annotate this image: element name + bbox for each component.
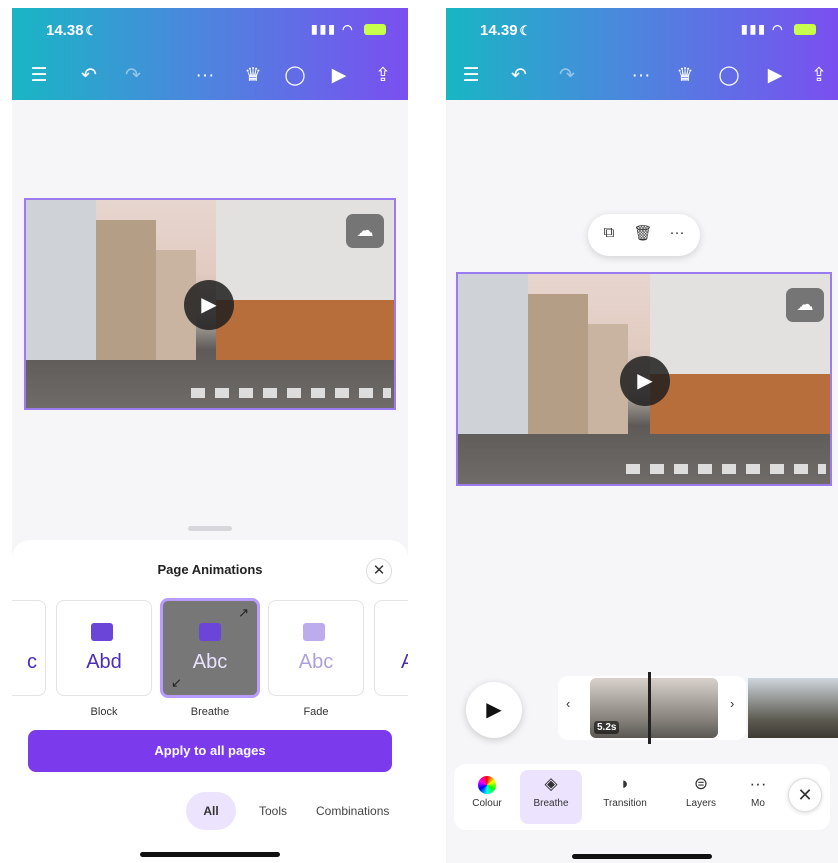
chevron-right-icon[interactable]: › bbox=[730, 696, 734, 711]
time-text: 14.39 bbox=[480, 22, 518, 39]
share-icon[interactable]: ⇪ bbox=[806, 62, 832, 90]
menu-icon[interactable]: ☰ bbox=[26, 62, 52, 90]
status-icons: ▮▮▮ ◠ bbox=[311, 22, 386, 36]
top-bar: 14.39 ☾ ▮▮▮ ◠ ☰ ↶ ↷ ··· ♛ ◯ ▶ ⇪ bbox=[446, 8, 838, 100]
tool-colour[interactable]: Colour bbox=[456, 770, 518, 824]
signal-icon: ▮▮▮ bbox=[311, 22, 337, 36]
timeline-clip-next[interactable] bbox=[748, 678, 838, 738]
cloud-upload-icon[interactable]: ☁ bbox=[786, 288, 824, 322]
redo-icon[interactable]: ↷ bbox=[120, 62, 146, 90]
expand-arrow-icon: ↗ bbox=[238, 605, 249, 620]
left-phone-screen: 14.38 ☾ ▮▮▮ ◠ ☰ ↶ ↷ ··· ♛ ◯ ▶ ⇪ ☁ ▶ Page… bbox=[12, 8, 408, 863]
filter-tab-all[interactable]: All bbox=[186, 792, 236, 830]
tool-transition[interactable]: ◗ Transition bbox=[594, 770, 656, 824]
play-icon[interactable]: ▶ bbox=[762, 62, 788, 90]
play-button[interactable]: ▶ bbox=[466, 682, 522, 738]
status-time: 14.39 ☾ bbox=[480, 22, 531, 39]
play-overlay-icon[interactable]: ▶ bbox=[620, 356, 670, 406]
trash-icon[interactable]: 🗑 bbox=[632, 224, 654, 242]
clip-duration: 5.2s bbox=[594, 721, 620, 734]
more-horizontal-icon[interactable]: ··· bbox=[666, 224, 688, 241]
tool-breathe[interactable]: ◈ Breathe bbox=[520, 770, 582, 824]
filter-tab-combinations[interactable]: Combinations bbox=[316, 792, 408, 830]
signal-icon: ▮▮▮ bbox=[741, 22, 767, 36]
close-button[interactable]: ✕ bbox=[366, 558, 392, 584]
filter-tab-tools[interactable]: Tools bbox=[248, 792, 298, 830]
video-canvas[interactable]: ☁ ▶ bbox=[456, 272, 832, 486]
time-text: 14.38 bbox=[46, 22, 84, 39]
animation-option-fade[interactable]: Abc bbox=[268, 600, 364, 696]
comment-icon[interactable]: ◯ bbox=[716, 62, 742, 90]
redo-icon[interactable]: ↷ bbox=[554, 62, 580, 90]
more-icon: ··· bbox=[749, 774, 767, 793]
undo-icon[interactable]: ↶ bbox=[506, 62, 532, 90]
moon-icon: ☾ bbox=[85, 23, 98, 38]
timeline-clip[interactable]: 5.2s bbox=[590, 678, 718, 738]
shrink-arrow-icon: ↙ bbox=[171, 675, 182, 690]
image-icon bbox=[199, 623, 221, 641]
animation-label-block: Block bbox=[90, 706, 118, 718]
crown-icon[interactable]: ♛ bbox=[240, 62, 266, 90]
copy-icon[interactable]: ⧉ bbox=[598, 224, 620, 241]
more-horizontal-icon[interactable]: ··· bbox=[628, 62, 654, 90]
home-indicator bbox=[140, 852, 280, 857]
moon-icon: ☾ bbox=[519, 23, 532, 38]
layers-icon: ⊜ bbox=[693, 774, 709, 793]
image-icon bbox=[91, 623, 113, 641]
comment-icon[interactable]: ◯ bbox=[282, 62, 308, 90]
bottom-tool-bar: Colour ◈ Breathe ◗ Transition ⊜ Layers ·… bbox=[454, 764, 830, 830]
status-icons: ▮▮▮ ◠ bbox=[741, 22, 816, 36]
cloud-upload-icon[interactable]: ☁ bbox=[346, 214, 384, 248]
video-canvas[interactable]: ☁ ▶ bbox=[24, 198, 396, 410]
animation-option-partial-right[interactable]: A bbox=[374, 600, 408, 696]
battery-icon bbox=[794, 24, 816, 36]
play-icon[interactable]: ▶ bbox=[326, 62, 352, 90]
animation-label-fade: Fade bbox=[303, 706, 329, 718]
sheet-grabber[interactable] bbox=[188, 526, 232, 531]
colour-wheel-icon bbox=[456, 774, 518, 796]
image-icon bbox=[303, 623, 325, 641]
crown-icon[interactable]: ♛ bbox=[672, 62, 698, 90]
animation-option-block[interactable]: Abd bbox=[56, 600, 152, 696]
animation-option-breathe[interactable]: Abc ↗ ↙ bbox=[160, 598, 260, 698]
transition-icon: ◗ bbox=[619, 774, 631, 793]
status-time: 14.38 ☾ bbox=[46, 22, 97, 39]
animate-icon: ◈ bbox=[544, 774, 558, 793]
wifi-icon: ◠ bbox=[342, 22, 355, 36]
page-animations-sheet: Page Animations ✕ c Abd Abc ↗ ↙ Abc A Bl… bbox=[12, 540, 408, 863]
tool-layers[interactable]: ⊜ Layers bbox=[670, 770, 732, 824]
chevron-left-icon[interactable]: ‹ bbox=[566, 696, 570, 711]
battery-icon bbox=[364, 24, 386, 36]
more-horizontal-icon[interactable]: ··· bbox=[192, 62, 218, 90]
undo-icon[interactable]: ↶ bbox=[76, 62, 102, 90]
timeline-strip[interactable]: ‹ 5.2s › bbox=[558, 672, 746, 744]
playhead[interactable] bbox=[648, 672, 651, 744]
home-indicator bbox=[572, 854, 712, 859]
editor-toolbar: ☰ ↶ ↷ ··· ♛ ◯ ▶ ⇪ bbox=[446, 62, 838, 90]
top-bar: 14.38 ☾ ▮▮▮ ◠ ☰ ↶ ↷ ··· ♛ ◯ ▶ ⇪ bbox=[12, 8, 408, 100]
editor-toolbar: ☰ ↶ ↷ ··· ♛ ◯ ▶ ⇪ bbox=[12, 62, 408, 90]
play-overlay-icon[interactable]: ▶ bbox=[184, 280, 234, 330]
tool-more[interactable]: ··· Mo bbox=[738, 770, 778, 824]
share-icon[interactable]: ⇪ bbox=[370, 62, 396, 90]
element-context-menu: ⧉ 🗑 ··· bbox=[588, 214, 700, 256]
close-button[interactable]: ✕ bbox=[788, 778, 822, 812]
animation-label-breathe: Breathe bbox=[190, 706, 230, 718]
wifi-icon: ◠ bbox=[772, 22, 785, 36]
sheet-title: Page Animations bbox=[157, 562, 263, 577]
apply-to-all-pages-button[interactable]: Apply to all pages bbox=[28, 730, 392, 772]
menu-icon[interactable]: ☰ bbox=[458, 62, 484, 90]
right-phone-screen: 14.39☾ ▮▮▮ ◠ ☰ ↶ ↷ ··· ♛ ◯ ▶ ⇪ ⧉ 🗑 ··· bbox=[446, 8, 838, 863]
animation-option-partial-left[interactable]: c bbox=[12, 600, 46, 696]
